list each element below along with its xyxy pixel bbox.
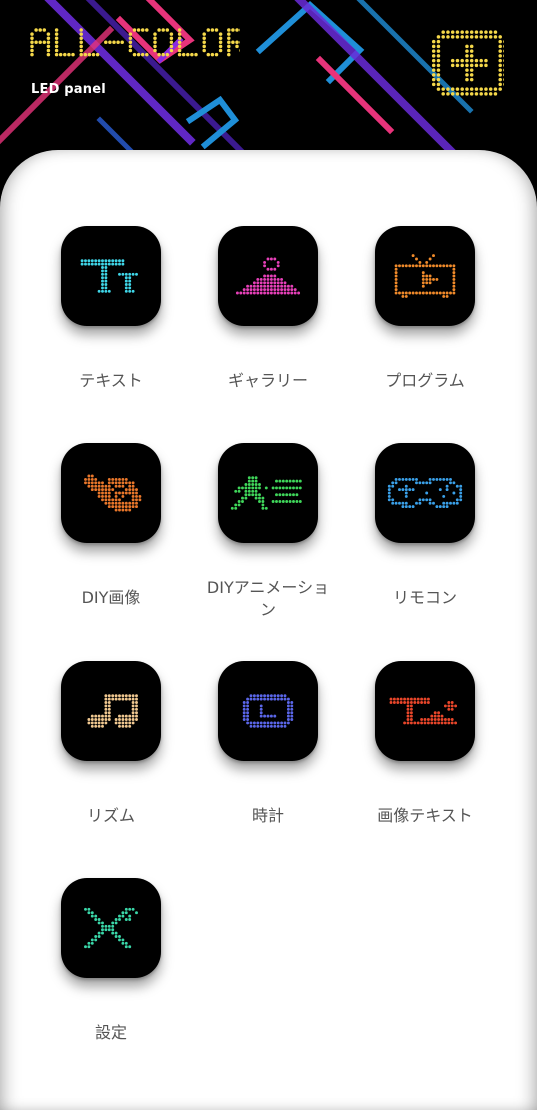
menu-tile-clock[interactable]: 時計 (203, 661, 333, 851)
menu-tile-diy-animation[interactable]: DIYアニメーション (203, 443, 333, 633)
menu-tile-image-text[interactable]: 画像テキスト (360, 661, 490, 851)
clock-icon (218, 661, 318, 761)
menu-label: 設定 (94, 1023, 127, 1042)
settings-tools-icon (61, 878, 161, 978)
app-logo (30, 28, 240, 57)
music-note-icon (61, 661, 161, 761)
menu-label: リズム (86, 806, 135, 825)
menu-label: リモコン (392, 588, 457, 607)
menu-label: 画像テキスト (377, 806, 473, 825)
gamepad-icon (375, 443, 475, 543)
running-man-icon (218, 443, 318, 543)
menu-tile-remote[interactable]: リモコン (360, 443, 490, 633)
plus-icon[interactable] (428, 24, 504, 100)
menu-label: テキスト (79, 371, 143, 390)
menu-tile-text[interactable]: テキスト (46, 226, 176, 416)
text-icon (61, 226, 161, 326)
menu-tile-program[interactable]: プログラム (360, 226, 490, 416)
menu-tile-settings[interactable]: 設定 (46, 878, 176, 1068)
menu-tile-rhythm[interactable]: リズム (46, 661, 176, 851)
menu-label: DIY画像 (81, 588, 141, 607)
app-subtitle: LED panel (31, 82, 106, 97)
program-tv-icon (375, 226, 475, 326)
menu-label: 時計 (251, 806, 284, 825)
menu-label: プログラム (385, 371, 465, 390)
paint-palette-icon (61, 443, 161, 543)
gallery-icon (218, 226, 318, 326)
menu-panel: テキスト ギャラリー プログラム DIY画像 DIYアニメーション リモコン リ… (0, 150, 537, 1110)
menu-label: ギャラリー (227, 371, 308, 390)
menu-label: DIYアニメーション (206, 578, 330, 619)
menu-tile-gallery[interactable]: ギャラリー (203, 226, 333, 416)
menu-tile-diy-image[interactable]: DIY画像 (46, 443, 176, 633)
image-text-icon (375, 661, 475, 761)
